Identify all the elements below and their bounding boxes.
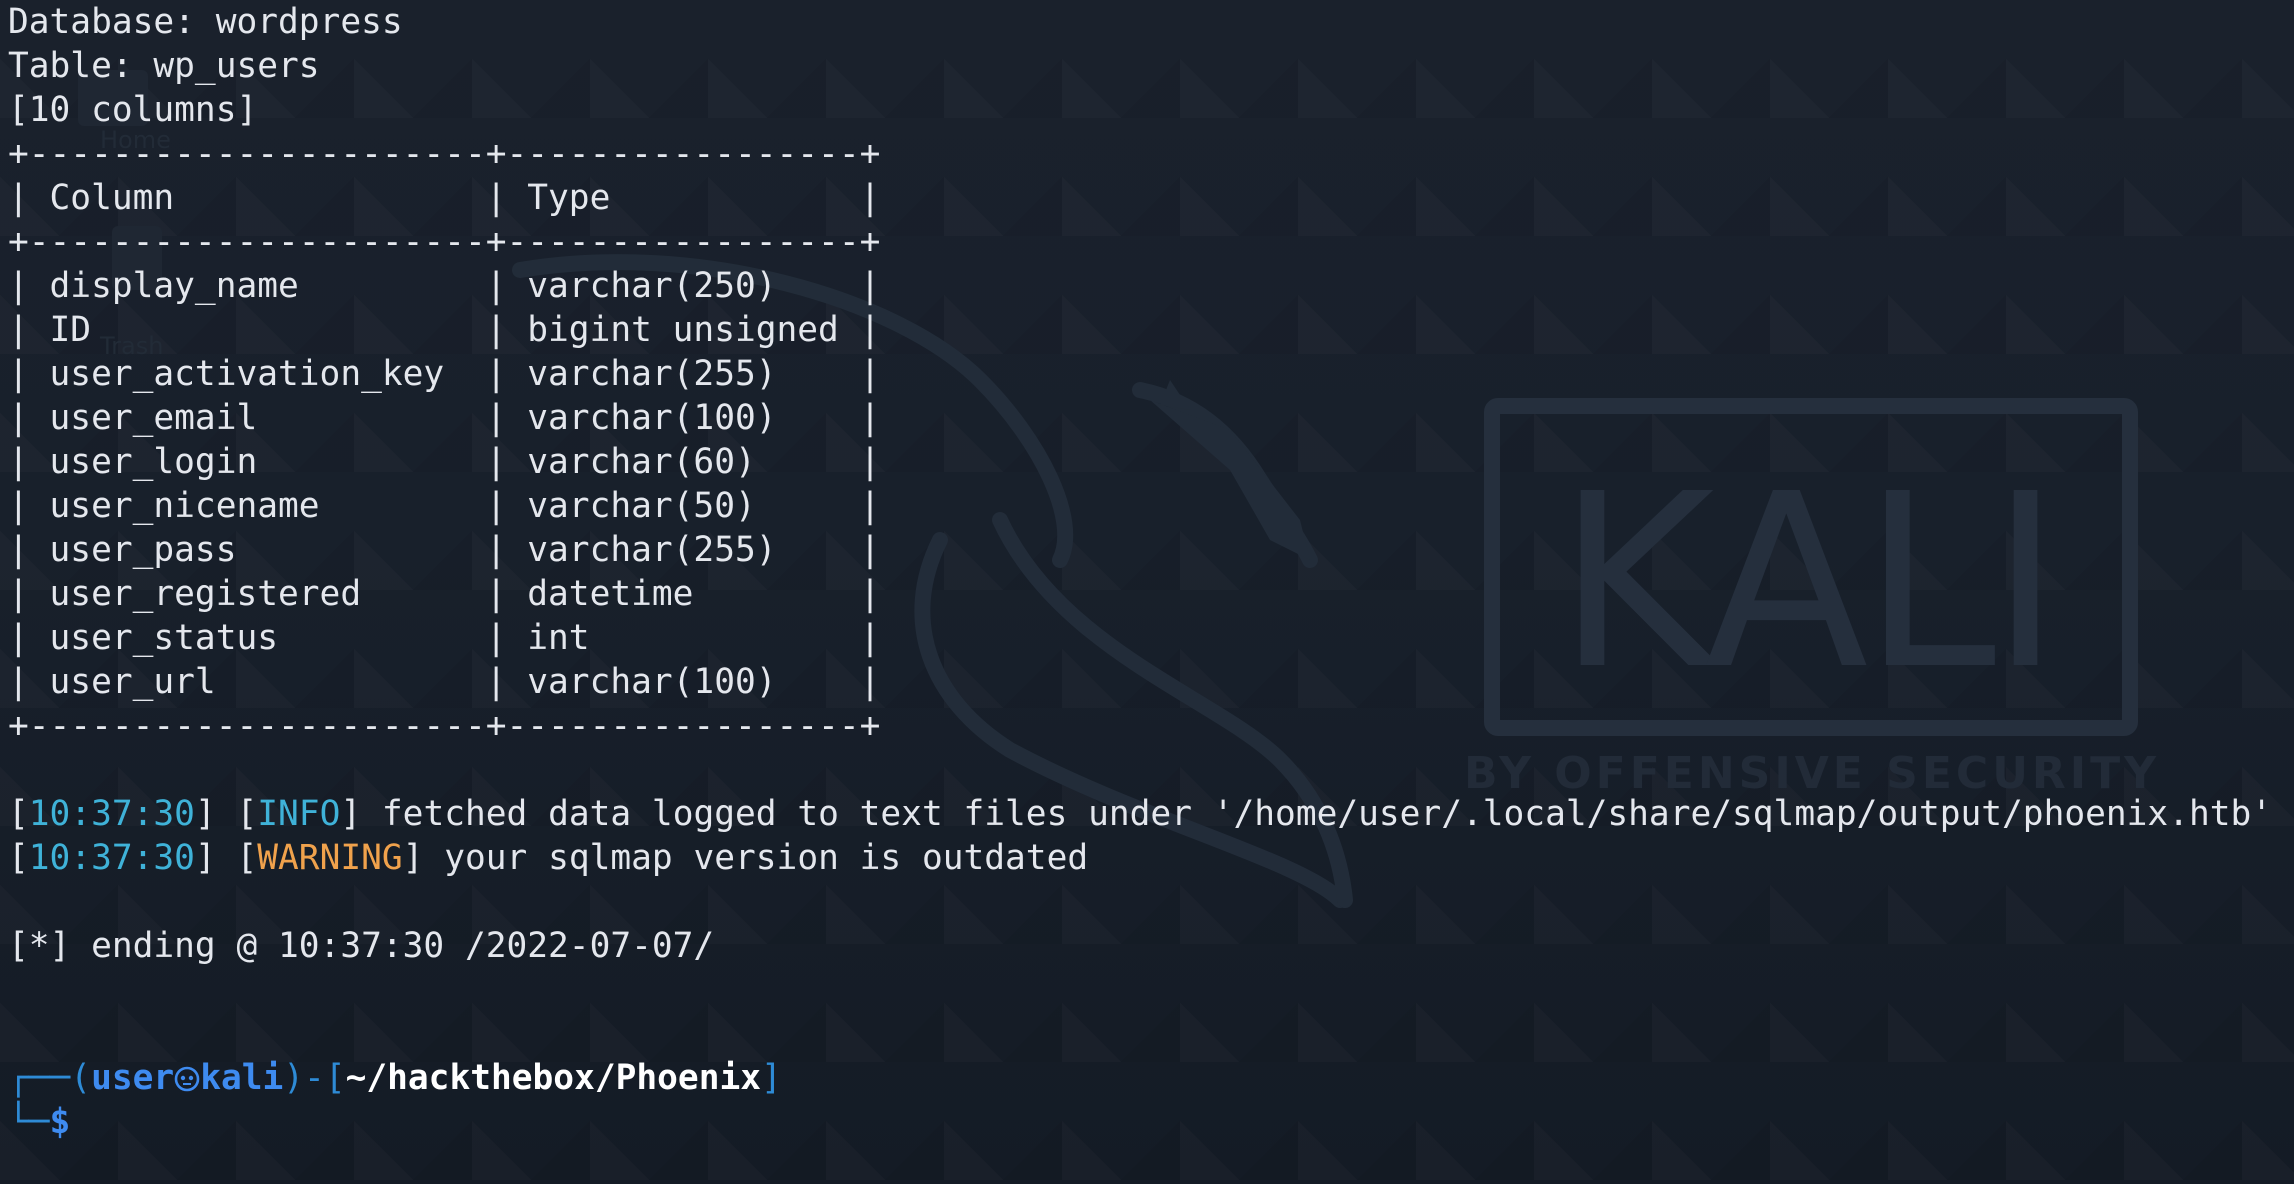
table-row: | user_nicename | varchar(50) |	[8, 486, 881, 526]
log-timestamp: 10:37:30	[28, 838, 195, 878]
table-border-top: +----------------------+----------------…	[8, 134, 881, 174]
screen: KALI BY OFFENSIVE SECURITY Home Trash Da…	[0, 0, 2294, 1184]
prompt-path-close: ]	[761, 1058, 782, 1098]
prompt-input-line[interactable]: └─$	[8, 1100, 70, 1144]
bracket-mid: ] [	[194, 838, 258, 878]
log-line-info: [10:37:30] [INFO] fetched data logged to…	[8, 792, 2272, 836]
log-line-warning: [10:37:30] [WARNING] your sqlmap version…	[8, 836, 1088, 880]
terminal-output[interactable]: Database: wordpress Table: wp_users [10 …	[8, 0, 2278, 1184]
table-row: | user_pass | varchar(255) |	[8, 530, 881, 570]
prompt-symbol: $	[49, 1102, 71, 1142]
table-row: | user_email | varchar(100) |	[8, 398, 881, 438]
prompt-path: ~/hackthebox/Phoenix	[345, 1058, 762, 1098]
log-timestamp: 10:37:30	[28, 794, 195, 834]
log-message: fetched data logged to text files under …	[381, 794, 2273, 834]
prompt-frame-top: ┌──(	[8, 1058, 92, 1098]
prompt-separator: )-[	[283, 1058, 346, 1098]
kali-skull-icon	[174, 1066, 200, 1092]
log-level-info: INFO	[257, 794, 341, 834]
table-border-mid: +----------------------+----------------…	[8, 222, 881, 262]
bracket-open: [	[8, 838, 29, 878]
table-border-bottom: +----------------------+----------------…	[8, 706, 881, 746]
table-row: | user_registered | datetime |	[8, 574, 881, 614]
bracket-close: ]	[340, 794, 382, 834]
table-row: | display_name | varchar(250) |	[8, 266, 881, 306]
table-row: | user_login | varchar(60) |	[8, 442, 881, 482]
table-header-row: | Column | Type |	[8, 178, 881, 218]
table-row: | user_status | int |	[8, 618, 881, 658]
prompt-host: kali	[200, 1058, 284, 1098]
prompt-user: user	[91, 1058, 175, 1098]
prompt-frame-bottom: └─	[8, 1102, 50, 1142]
table-row: | ID | bigint unsigned |	[8, 310, 881, 350]
database-line: Database: wordpress	[8, 2, 403, 42]
ending-line: [*] ending @ 10:37:30 /2022-07-07/	[8, 926, 715, 966]
log-message: your sqlmap version is outdated	[444, 838, 1089, 878]
columns-count-line: [10 columns]	[8, 90, 258, 130]
bracket-mid: ] [	[194, 794, 258, 834]
bracket-open: [	[8, 794, 29, 834]
table-row: | user_url | varchar(100) |	[8, 662, 881, 702]
table-row: | user_activation_key | varchar(255) |	[8, 354, 881, 394]
log-level-warning: WARNING	[257, 838, 403, 878]
prompt-line: ┌──(user kali)-[~/hackthebox/Phoenix]	[8, 1056, 782, 1100]
table-line: Table: wp_users	[8, 46, 320, 86]
bracket-close: ]	[402, 838, 445, 878]
